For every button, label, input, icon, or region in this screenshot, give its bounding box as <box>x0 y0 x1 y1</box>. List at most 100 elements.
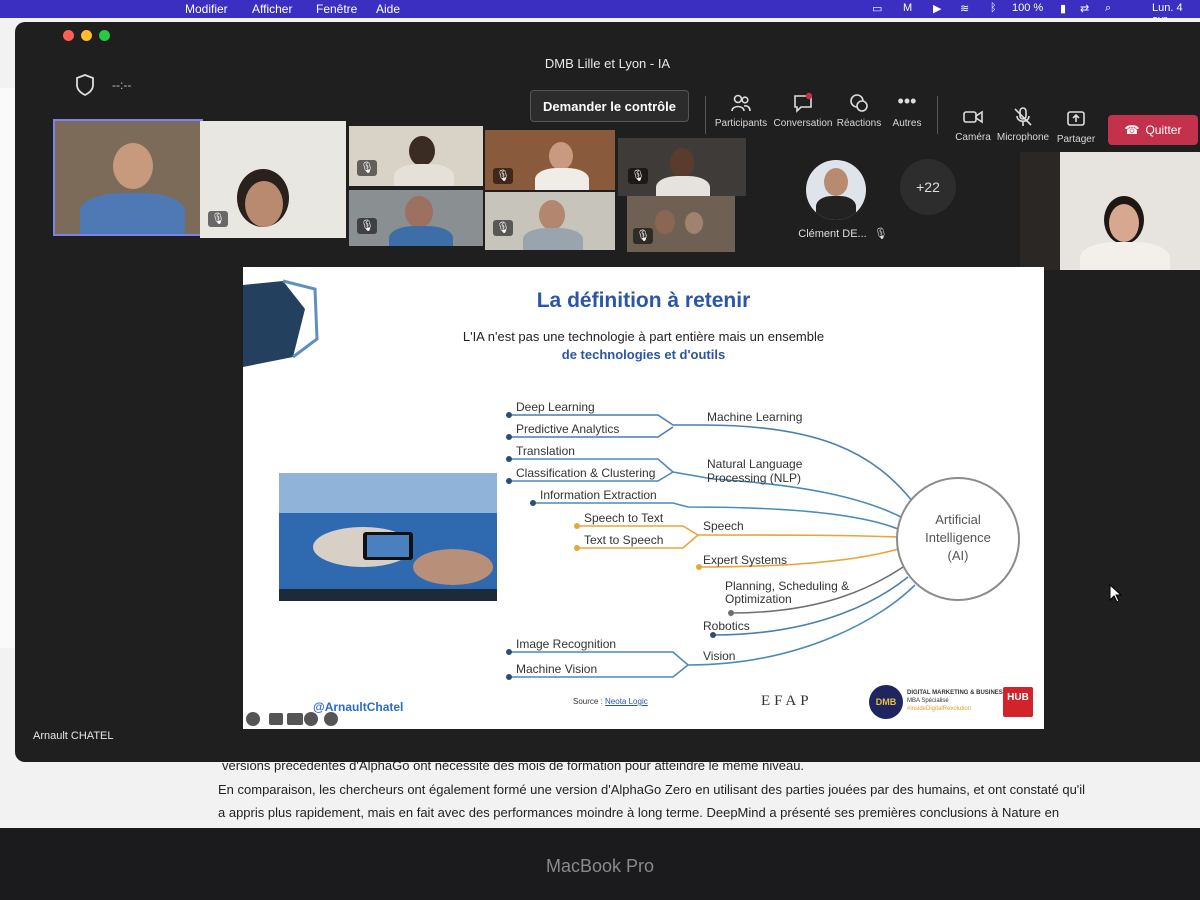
participant-face <box>409 136 435 166</box>
leaf-classification-clustering: Classification & Clustering <box>516 466 656 480</box>
muted-mic-icon: 🎙 <box>633 228 653 244</box>
branch-vision: Vision <box>703 649 736 663</box>
slide-nav-controls[interactable] <box>246 712 338 726</box>
teams-meeting-window: DMB Lille et Lyon - IA --:-- Demander le… <box>15 22 1200 762</box>
participant-face <box>549 142 573 170</box>
source-link[interactable]: Neota Logic <box>605 697 648 706</box>
video-tile[interactable] <box>1020 152 1200 270</box>
participants-label: Participants <box>714 118 768 129</box>
video-tile[interactable]: 🎙 <box>349 126 483 186</box>
muted-mic-icon: 🎙 <box>493 220 513 236</box>
muted-mic-icon: 🎙 <box>628 168 648 184</box>
ai-label-line2: Intelligence <box>925 530 991 545</box>
video-tile[interactable]: 🎙 <box>349 190 483 246</box>
more-dots-icon: ••• <box>897 91 917 111</box>
slide-subtitle-emphasis: de technologies et d'outils <box>561 347 726 362</box>
share-button[interactable]: Partager <box>1038 108 1114 145</box>
presenter-handle: @ArnaultChatel <box>313 700 404 714</box>
participant-body <box>816 196 856 220</box>
participant-body <box>389 226 453 246</box>
document-paragraph-line: a appris plus rapidement, mais en fait a… <box>218 805 1060 820</box>
display-icon[interactable]: ▭ <box>872 2 882 15</box>
dmb-tagline-line3: #insideDigitalRevolution <box>907 706 972 712</box>
play-icon[interactable]: ▶ <box>933 2 941 15</box>
meeting-title: DMB Lille et Lyon - IA <box>544 56 671 71</box>
chat-icon <box>794 92 813 113</box>
dmb-tagline: DIGITAL MARKETING & BUSINESS MBA Spécial… <box>907 689 1007 713</box>
close-window-button[interactable] <box>63 30 74 41</box>
macos-menubar: Modifier Afficher Fenêtre Aide ▭ M ▶ ≋ ᛒ… <box>0 0 1200 26</box>
overflow-participants-button[interactable]: +22 <box>900 159 956 215</box>
camera-icon <box>963 110 983 124</box>
control-center-icon[interactable]: ⇄ <box>1080 2 1089 15</box>
leaf-image-recognition: Image Recognition <box>516 637 617 651</box>
hang-up-icon: ☎ <box>1124 123 1140 137</box>
video-tile[interactable]: 🎙 <box>200 121 346 238</box>
laptop-brand-label: MacBook Pro <box>545 856 655 876</box>
more-button[interactable]: ••• Autres <box>869 92 945 129</box>
participant-face <box>670 148 694 178</box>
ai-label-line1: Artificial <box>935 512 981 527</box>
participant-face <box>539 200 565 230</box>
branch-robotics: Robotics <box>703 619 750 633</box>
ai-label-line3: (AI) <box>947 548 969 563</box>
menu-fenetre[interactable]: Fenêtre <box>316 2 357 16</box>
branch-machine-learning: Machine Learning <box>707 410 803 424</box>
participant-face <box>655 210 675 234</box>
participant-face <box>405 196 433 228</box>
slide-subtitle: L'IA n'est pas une technologie à part en… <box>462 329 825 344</box>
hub-institute-logo: HUB INSTITUTE <box>1003 687 1033 717</box>
shield-icon[interactable] <box>75 74 95 96</box>
menu-modifier[interactable]: Modifier <box>185 2 228 16</box>
ai-hub-circle: Artificial Intelligence (AI) <box>896 477 1020 601</box>
participant-name-label: Clément DE... <box>798 228 867 240</box>
menu-aide[interactable]: Aide <box>376 2 400 16</box>
leave-button[interactable]: ☎ Quitter <box>1108 115 1198 145</box>
branch-expert-systems: Expert Systems <box>703 553 788 567</box>
video-tile[interactable]: 🎙 <box>485 130 615 190</box>
app-m-icon[interactable]: M <box>903 2 912 14</box>
request-control-button[interactable]: Demander le contrôle <box>530 90 689 122</box>
participant-body <box>394 164 454 186</box>
participant-avatar[interactable] <box>806 160 866 220</box>
slide-source: Source : Neota Logic <box>573 697 648 706</box>
participant-body <box>535 168 589 190</box>
document-paragraph-line: En comparaison, les chercheurs ont égale… <box>218 782 1086 797</box>
share-tray-icon <box>1067 111 1085 126</box>
participant-name: Clément DE... 🎙 <box>798 227 888 240</box>
bluetooth-icon[interactable]: ᛒ <box>990 2 997 14</box>
battery-icon[interactable]: ▮ <box>1060 2 1066 15</box>
leaf-predictive-analytics: Predictive Analytics <box>516 422 620 436</box>
muted-mic-icon: 🎙 <box>357 160 377 176</box>
branch-planning-line1: Planning, Scheduling & <box>725 579 850 593</box>
video-tile[interactable]: 🎙 <box>485 192 615 250</box>
people-icon <box>731 94 751 112</box>
leaf-information-extraction: Information Extraction <box>540 488 657 502</box>
menu-afficher[interactable]: Afficher <box>252 2 292 16</box>
search-icon[interactable]: ⌕ <box>1105 2 1111 15</box>
zoom-window-button[interactable] <box>99 30 110 41</box>
muted-mic-icon: 🎙 <box>357 218 377 234</box>
participant-body <box>523 228 583 250</box>
video-tile-active-speaker[interactable] <box>53 119 203 236</box>
branch-nlp-line2: Processing (NLP) <box>707 471 802 485</box>
leave-label: Quitter <box>1145 123 1182 137</box>
wifi-icon[interactable]: ≋ <box>960 2 969 15</box>
video-tile[interactable]: 🎙 <box>618 138 746 196</box>
efap-logo: EFAP <box>761 693 813 709</box>
branch-nlp-line1: Natural Language <box>707 457 803 471</box>
branch-planning-line2: Optimization <box>725 592 792 606</box>
minimize-window-button[interactable] <box>81 30 92 41</box>
dmb-tagline-line1: DIGITAL MARKETING & BUSINESS <box>907 690 1007 696</box>
participant-face <box>824 168 848 196</box>
more-label: Autres <box>892 118 922 129</box>
muted-mic-icon: 🎙 <box>873 228 888 240</box>
leaf-deep-learning: Deep Learning <box>516 400 595 414</box>
emoji-icon <box>850 94 868 112</box>
branch-speech: Speech <box>703 519 744 533</box>
share-label: Partager <box>1056 134 1096 145</box>
participant-face <box>685 212 703 234</box>
hub-logo-subtext: INSTITUTE <box>1005 707 1031 713</box>
background-wall <box>1020 152 1060 270</box>
video-tile[interactable]: 🎙 <box>627 196 735 252</box>
